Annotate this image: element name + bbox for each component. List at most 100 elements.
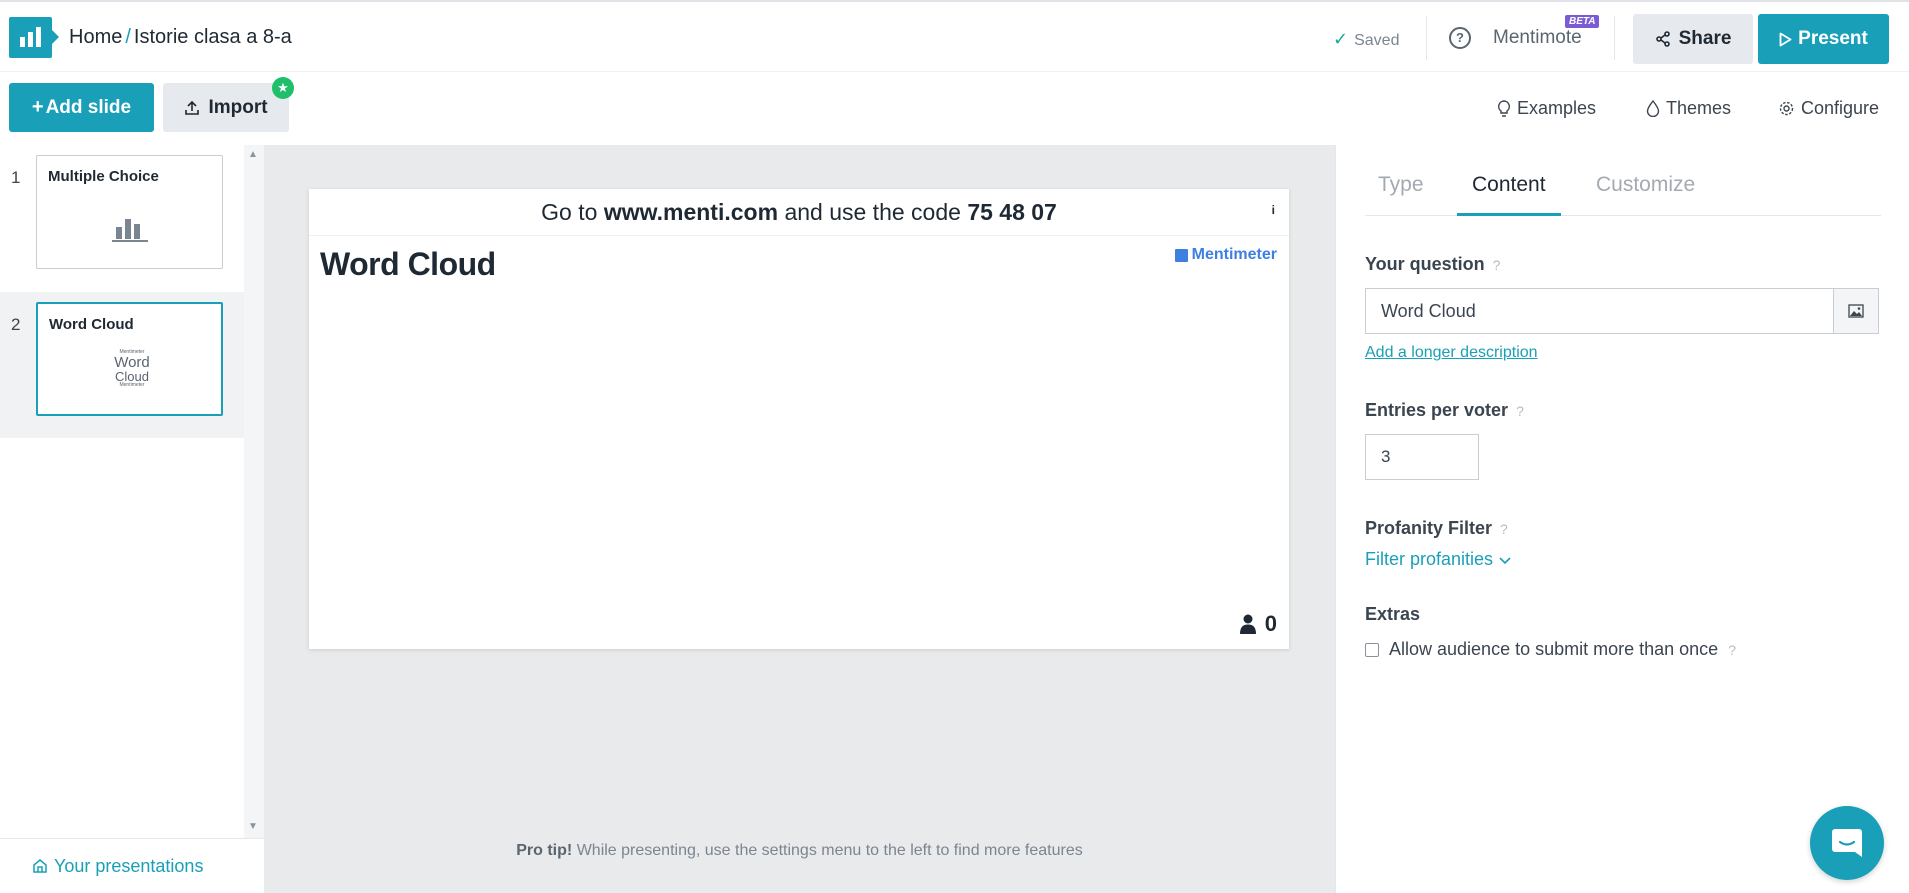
join-instructions: Go to www.menti.com and use the code 75 … bbox=[309, 189, 1289, 236]
configure-label: Configure bbox=[1801, 98, 1880, 118]
help-question-icon[interactable]: ? bbox=[1493, 257, 1501, 273]
import-label: Import bbox=[208, 96, 268, 118]
help-entries-icon[interactable]: ? bbox=[1516, 403, 1524, 419]
profanity-filter-dropdown[interactable]: Filter profanities bbox=[1365, 549, 1511, 570]
share-icon bbox=[1655, 31, 1670, 47]
play-icon bbox=[1779, 32, 1792, 46]
tab-type[interactable]: Type bbox=[1378, 173, 1424, 216]
slide-item-1[interactable]: 1 Multiple Choice bbox=[0, 145, 244, 291]
scroll-down-icon[interactable]: ▼ bbox=[248, 821, 258, 832]
divider bbox=[1614, 16, 1615, 60]
presentation-title[interactable]: Istorie clasa a 8-a bbox=[134, 26, 292, 48]
word-cloud-preview: Mentimeter Word Cloud Mentimeter bbox=[110, 350, 154, 388]
gear-icon bbox=[1779, 101, 1794, 116]
pro-tip: Pro tip! While presenting, use the setti… bbox=[264, 842, 1335, 860]
add-longer-description-link[interactable]: Add a longer description bbox=[1365, 344, 1538, 362]
person-icon bbox=[1239, 614, 1256, 634]
beta-badge: BETA bbox=[1565, 15, 1600, 28]
saved-status: ✓ Saved bbox=[1333, 29, 1399, 50]
slide-list-scrollbar[interactable]: ▲ ▼ bbox=[244, 145, 264, 838]
help-extras-icon[interactable]: ? bbox=[1728, 642, 1736, 658]
image-icon bbox=[1848, 304, 1864, 318]
question-label-text: Your question bbox=[1365, 254, 1485, 274]
app-header: Home / Istorie clasa a 8-a ✓ Saved ? Mentim… bbox=[0, 2, 1909, 72]
scroll-up-icon[interactable]: ▲ bbox=[248, 149, 258, 160]
chat-icon bbox=[1832, 829, 1862, 857]
extras-label: Extras bbox=[1365, 604, 1421, 624]
mentimeter-brand-icon bbox=[1174, 248, 1188, 262]
allow-multiple-submissions-option[interactable]: Allow audience to submit more than once … bbox=[1365, 639, 1736, 660]
chevron-down-icon bbox=[1499, 557, 1511, 565]
add-slide-label: Add slide bbox=[45, 96, 132, 118]
present-label: Present bbox=[1798, 28, 1868, 49]
share-button[interactable]: Share bbox=[1633, 14, 1753, 64]
participant-count: 0 bbox=[1239, 611, 1277, 637]
examples-button[interactable]: Examples bbox=[1497, 98, 1596, 119]
saved-label: Saved bbox=[1354, 32, 1400, 49]
share-label: Share bbox=[1678, 28, 1732, 49]
settings-panel: Type Content Customize Your question? Wo… bbox=[1335, 145, 1909, 893]
plus-icon: + bbox=[31, 96, 44, 118]
present-button[interactable]: Present bbox=[1758, 14, 1889, 64]
slide-preview[interactable]: Go to www.menti.com and use the code 75 … bbox=[309, 189, 1289, 649]
participant-count-value: 0 bbox=[1264, 611, 1277, 636]
info-icon[interactable]: i bbox=[1272, 203, 1275, 217]
slide-item-2[interactable]: 2 Word Cloud Mentimeter Word Cloud Menti… bbox=[0, 292, 244, 438]
your-presentations-label: Your presentations bbox=[54, 855, 204, 876]
entries-per-voter-input[interactable]: 3 bbox=[1365, 434, 1479, 480]
panel-tabs: Type Content Customize bbox=[1365, 173, 1881, 216]
star-icon: ★ bbox=[272, 77, 294, 99]
slide-list: 1 Multiple Choice 2 Word Cloud Mentimete… bbox=[0, 145, 244, 838]
mentimote-button[interactable]: Mentimote bbox=[1493, 27, 1582, 49]
slide-number: 2 bbox=[11, 315, 21, 334]
help-profanity-icon[interactable]: ? bbox=[1500, 521, 1508, 537]
slide-question: Word Cloud bbox=[320, 246, 496, 282]
slide-thumbnail-title: Multiple Choice bbox=[48, 168, 159, 185]
tab-content[interactable]: Content bbox=[1457, 173, 1561, 216]
mentimeter-logo-icon[interactable] bbox=[9, 17, 59, 58]
divider bbox=[1426, 16, 1427, 60]
help-icon[interactable]: ? bbox=[1449, 27, 1471, 49]
themes-button[interactable]: Themes bbox=[1646, 98, 1731, 119]
lightbulb-icon bbox=[1497, 99, 1511, 117]
pro-tip-text: While presenting, use the settings menu … bbox=[576, 842, 1083, 859]
home-icon bbox=[33, 859, 47, 873]
breadcrumb: Home / Istorie clasa a 8-a bbox=[69, 26, 292, 49]
tab-customize[interactable]: Customize bbox=[1596, 173, 1695, 216]
entries-label-text: Entries per voter bbox=[1365, 400, 1509, 420]
slide-thumbnail-title: Word Cloud bbox=[49, 316, 134, 333]
entries-label: Entries per voter? bbox=[1365, 400, 1524, 421]
add-image-button[interactable] bbox=[1833, 288, 1879, 334]
chat-support-button[interactable] bbox=[1810, 806, 1884, 880]
join-code: 75 48 07 bbox=[967, 199, 1057, 225]
breadcrumb-separator: / bbox=[125, 26, 131, 48]
profanity-label-text: Profanity Filter bbox=[1365, 518, 1493, 538]
mentimeter-brand: Mentimeter bbox=[1174, 246, 1277, 264]
question-input[interactable]: Word Cloud bbox=[1365, 288, 1833, 334]
profanity-label: Profanity Filter? bbox=[1365, 518, 1508, 539]
themes-label: Themes bbox=[1666, 98, 1732, 118]
breadcrumb-home[interactable]: Home bbox=[69, 26, 122, 48]
allow-multiple-submissions-checkbox[interactable] bbox=[1365, 642, 1379, 657]
question-label: Your question? bbox=[1365, 254, 1500, 275]
join-url: www.menti.com bbox=[603, 199, 779, 225]
preview-word: Word bbox=[114, 354, 150, 371]
slide-thumbnail-multiple-choice[interactable]: Multiple Choice bbox=[36, 155, 223, 269]
drop-icon bbox=[1646, 100, 1660, 117]
bar-chart-icon bbox=[112, 219, 148, 242]
pro-tip-bold: Pro tip! bbox=[516, 842, 573, 859]
profanity-filter-value: Filter profanities bbox=[1365, 549, 1494, 569]
configure-button[interactable]: Configure bbox=[1778, 98, 1879, 119]
slide-canvas: Go to www.menti.com and use the code 75 … bbox=[264, 145, 1335, 893]
join-prefix: Go to bbox=[541, 199, 598, 225]
join-middle: and use the code bbox=[784, 199, 961, 225]
checkmark-icon: ✓ bbox=[1333, 29, 1349, 49]
allow-multiple-submissions-label: Allow audience to submit more than once bbox=[1389, 639, 1719, 659]
brand-label: Mentimeter bbox=[1191, 246, 1277, 263]
upload-icon bbox=[185, 100, 200, 115]
slide-thumbnail-word-cloud[interactable]: Word Cloud Mentimeter Word Cloud Mentime… bbox=[36, 302, 223, 416]
slide-number: 1 bbox=[11, 168, 21, 187]
add-slide-button[interactable]: + Add slide bbox=[9, 83, 154, 132]
import-button[interactable]: Import bbox=[163, 83, 289, 132]
your-presentations-link[interactable]: Your presentations bbox=[0, 838, 264, 893]
